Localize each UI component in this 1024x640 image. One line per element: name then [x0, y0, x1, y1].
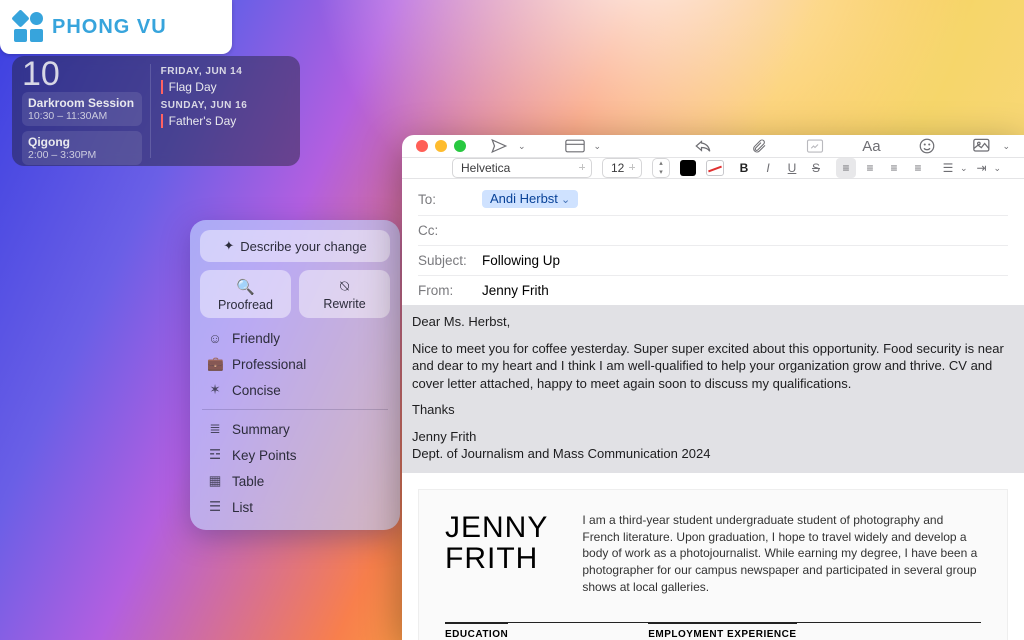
calendar-day-header: FRIDAY, JUN 14	[161, 66, 290, 77]
calendar-widget[interactable]: 10 Darkroom Session 10:30 – 11:30AM Qigo…	[12, 56, 300, 166]
align-left-button[interactable]: ≡	[836, 158, 856, 178]
calendar-event[interactable]: Darkroom Session 10:30 – 11:30AM	[22, 92, 142, 126]
resume-name: JENNY FRITH	[445, 512, 548, 596]
to-label: To:	[418, 192, 482, 207]
calendar-day-header: SUNDAY, JUN 16	[161, 100, 290, 111]
align-justify-button[interactable]: ≡	[908, 158, 928, 178]
sparkle-icon: ✶	[207, 382, 223, 398]
tone-friendly[interactable]: ☺Friendly	[200, 326, 390, 351]
header-fields-button[interactable]	[564, 135, 586, 157]
summary-icon: ≣	[207, 421, 223, 437]
subject-value: Following Up	[482, 253, 560, 268]
rewrite-label: Rewrite	[323, 297, 365, 311]
magnify-icon: 🔍	[204, 278, 287, 296]
resume-section-employment: EMPLOYMENT EXPERIENCE	[648, 622, 796, 640]
markup-button[interactable]	[804, 135, 826, 157]
emoji-button[interactable]	[916, 135, 938, 157]
body-greeting: Dear Ms. Herbst,	[412, 313, 1014, 331]
calendar-date-number: 10	[22, 64, 142, 84]
from-value: Jenny Frith	[482, 283, 549, 298]
rewrite-icon: ⍉	[303, 278, 386, 295]
italic-button[interactable]: I	[758, 158, 778, 178]
traffic-lights	[416, 140, 466, 152]
list-style-button[interactable]: ☰	[938, 158, 958, 178]
proofread-label: Proofread	[218, 298, 273, 312]
tone-concise[interactable]: ✶Concise	[200, 377, 390, 403]
to-row[interactable]: To: Andi Herbst	[418, 183, 1008, 216]
close-window-button[interactable]	[416, 140, 428, 152]
align-center-button[interactable]: ≡	[860, 158, 880, 178]
list-menu-chevron-icon[interactable]: ⌄	[960, 163, 968, 174]
calendar-event-time: 10:30 – 11:30AM	[28, 110, 136, 122]
briefcase-icon: 💼	[207, 356, 223, 372]
writing-tools-panel: ✦ Describe your change 🔍 Proofread ⍉ Rew…	[190, 220, 400, 530]
calendar-event[interactable]: Qigong 2:00 – 3:30PM	[22, 131, 142, 165]
transform-key-points[interactable]: ☲Key Points	[200, 442, 390, 468]
calendar-event-title: Qigong	[28, 135, 136, 149]
from-label: From:	[418, 283, 482, 298]
subject-label: Subject:	[418, 253, 482, 268]
describe-change-button[interactable]: ✦ Describe your change	[200, 230, 390, 262]
describe-change-label: Describe your change	[240, 239, 366, 254]
keypoints-icon: ☲	[207, 447, 223, 463]
font-size-stepper[interactable]: ▴▾	[652, 158, 670, 178]
calendar-holiday: Flag Day	[161, 80, 290, 94]
resume-section-education: EDUCATION	[445, 622, 508, 640]
underline-button[interactable]: U	[782, 158, 802, 178]
brand-logo-icon	[14, 12, 44, 42]
bold-button[interactable]: B	[734, 158, 754, 178]
message-body[interactable]: Dear Ms. Herbst, Nice to meet you for co…	[402, 305, 1024, 473]
cc-label: Cc:	[418, 223, 482, 238]
strikethrough-button[interactable]: S	[806, 158, 826, 178]
transform-summary[interactable]: ≣Summary	[200, 416, 390, 442]
background-color-swatch[interactable]	[706, 160, 724, 176]
header-menu-chevron-icon[interactable]: ⌄	[594, 141, 602, 152]
from-row[interactable]: From: Jenny Frith	[418, 276, 1008, 305]
brand-name: PHONG VU	[52, 16, 167, 39]
header-fields: To: Andi Herbst Cc: Subject: Following U…	[402, 179, 1024, 305]
format-button[interactable]: Aa	[860, 135, 882, 157]
send-menu-chevron-icon[interactable]: ⌄	[518, 141, 526, 152]
list-icon: ☰	[207, 499, 223, 515]
attachment-preview[interactable]: JENNY FRITH I am a third-year student un…	[418, 489, 1008, 640]
minimize-window-button[interactable]	[435, 140, 447, 152]
calendar-holiday: Father's Day	[161, 114, 290, 128]
calendar-event-title: Darkroom Session	[28, 96, 136, 110]
signature-name: Jenny Frith	[412, 428, 1014, 446]
attach-button[interactable]	[748, 135, 770, 157]
indent-menu-chevron-icon[interactable]: ⌄	[994, 163, 1002, 174]
resume-bio: I am a third-year student undergraduate …	[582, 512, 981, 596]
font-family-select[interactable]: Helvetica	[452, 158, 592, 178]
smile-icon: ☺	[207, 331, 223, 346]
to-recipient-pill[interactable]: Andi Herbst	[482, 190, 578, 208]
transform-list[interactable]: ☰List	[200, 494, 390, 520]
signature-dept: Dept. of Journalism and Mass Communicati…	[412, 445, 1014, 463]
font-size-select[interactable]: 12	[602, 158, 642, 178]
reply-button[interactable]	[692, 135, 714, 157]
divider	[202, 409, 388, 410]
mail-compose-window: ⌄ ⌄ Aa ⌄ Helvetica 12 ▴▾ B I U S ≡ ≡	[402, 135, 1024, 640]
subject-row[interactable]: Subject: Following Up	[418, 246, 1008, 276]
table-icon: ▦	[207, 473, 223, 489]
send-button[interactable]	[488, 135, 510, 157]
body-paragraph: Nice to meet you for coffee yesterday. S…	[412, 340, 1014, 393]
photo-browser-button[interactable]	[972, 135, 994, 157]
align-right-button[interactable]: ≡	[884, 158, 904, 178]
zoom-window-button[interactable]	[454, 140, 466, 152]
body-thanks: Thanks	[412, 401, 1014, 419]
photo-menu-chevron-icon[interactable]: ⌄	[1002, 141, 1010, 152]
proofread-button[interactable]: 🔍 Proofread	[200, 270, 291, 318]
brand-overlay: PHONG VU	[0, 0, 232, 54]
mail-titlebar: ⌄ ⌄ Aa ⌄	[402, 135, 1024, 158]
text-color-swatch[interactable]	[680, 160, 696, 176]
sparkle-icon: ✦	[223, 238, 234, 254]
indent-button[interactable]: ⇥	[972, 158, 992, 178]
rewrite-button[interactable]: ⍉ Rewrite	[299, 270, 390, 318]
format-bar: Helvetica 12 ▴▾ B I U S ≡ ≡ ≡ ≡ ☰⌄ ⇥⌄	[402, 158, 1024, 179]
tone-professional[interactable]: 💼Professional	[200, 351, 390, 377]
transform-table[interactable]: ▦Table	[200, 468, 390, 494]
cc-row[interactable]: Cc:	[418, 216, 1008, 246]
calendar-event-time: 2:00 – 3:30PM	[28, 149, 136, 161]
